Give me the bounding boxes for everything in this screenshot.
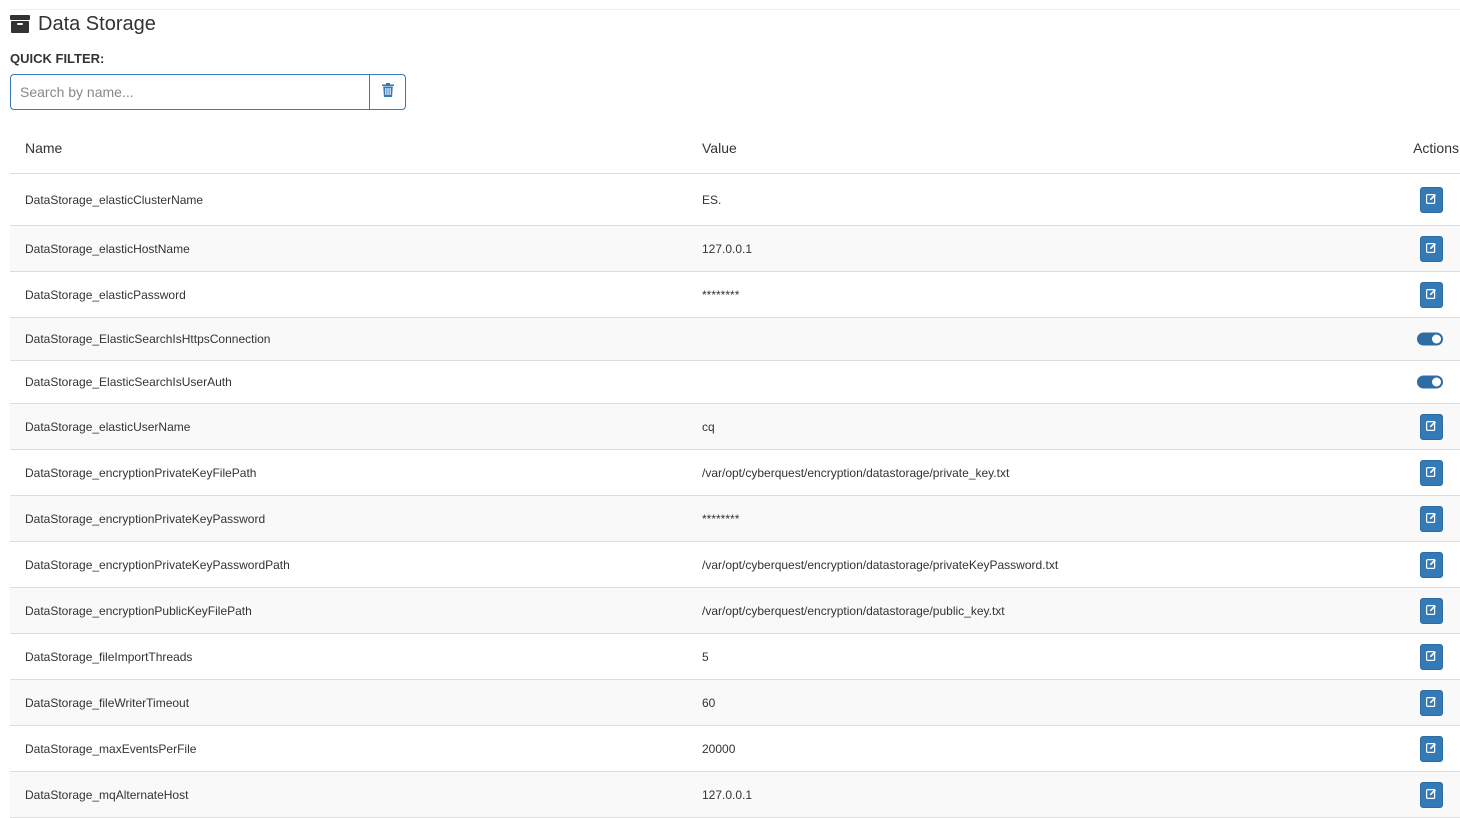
- row-value: /var/opt/cyberquest/encryption/datastora…: [702, 603, 1005, 618]
- edit-icon: [1426, 604, 1437, 618]
- row-actions: [1420, 643, 1443, 670]
- row-actions: [1420, 281, 1443, 308]
- table-row: DataStorage_encryptionPrivateKeyPassword…: [10, 542, 1460, 588]
- quick-filter-label: QUICK FILTER:: [10, 51, 105, 66]
- table-row: DataStorage_encryptionPublicKeyFilePath /…: [10, 588, 1460, 634]
- row-value: cq: [702, 419, 715, 434]
- archive-icon: [10, 15, 30, 33]
- edit-button[interactable]: [1420, 689, 1443, 716]
- edit-button[interactable]: [1420, 459, 1443, 486]
- table-row: DataStorage_elasticHostName 127.0.0.1: [10, 226, 1460, 272]
- edit-icon: [1426, 742, 1437, 756]
- column-header-name[interactable]: Name: [25, 140, 62, 156]
- edit-button[interactable]: [1420, 186, 1443, 213]
- row-name: DataStorage_mqAlternateHost: [25, 787, 189, 802]
- row-actions: [1420, 235, 1443, 262]
- row-value: 20000: [702, 741, 736, 756]
- row-name: DataStorage_encryptionPrivateKeyPassword…: [25, 557, 290, 572]
- row-actions: [1420, 186, 1443, 213]
- table-row: DataStorage_elasticPassword ********: [10, 272, 1460, 318]
- row-value: ES.: [702, 192, 722, 207]
- edit-icon: [1426, 420, 1437, 434]
- row-name: DataStorage_fileWriterTimeout: [25, 695, 190, 710]
- table-row: DataStorage_encryptionPrivateKeyPassword…: [10, 496, 1460, 542]
- page-title: Data Storage: [38, 12, 156, 35]
- row-name: DataStorage_encryptionPublicKeyFilePath: [25, 603, 252, 618]
- row-name: DataStorage_ElasticSearchIsUserAuth: [25, 375, 232, 389]
- row-name: DataStorage_encryptionPrivateKeyFilePath: [25, 465, 257, 480]
- table-header: Name Value Actions: [10, 126, 1460, 174]
- trash-icon: [381, 82, 394, 102]
- table-body: DataStorage_elasticClusterName ES. DataSto…: [10, 174, 1460, 818]
- row-actions: [1417, 332, 1443, 346]
- row-name: DataStorage_maxEventsPerFile: [25, 741, 197, 756]
- quick-filter-group: [10, 74, 406, 110]
- row-value: 60: [702, 695, 716, 710]
- edit-icon: [1426, 558, 1437, 572]
- table-row: DataStorage_encryptionPrivateKeyFilePath…: [10, 450, 1460, 496]
- row-name: DataStorage_fileImportThreads: [25, 649, 193, 664]
- edit-button[interactable]: [1420, 413, 1443, 440]
- table-row: DataStorage_fileWriterTimeout 60: [10, 680, 1460, 726]
- clear-filter-button[interactable]: [370, 74, 406, 110]
- table-row: DataStorage_mqAlternateHost 127.0.0.1: [10, 772, 1460, 818]
- row-value: 127.0.0.1: [702, 241, 753, 256]
- edit-button[interactable]: [1420, 551, 1443, 578]
- edit-button[interactable]: [1420, 781, 1443, 808]
- row-value: /var/opt/cyberquest/encryption/datastora…: [702, 465, 1010, 480]
- row-name: DataStorage_encryptionPrivateKeyPassword: [25, 511, 266, 526]
- edit-icon: [1426, 466, 1437, 480]
- settings-table: Name Value Actions DataStorage_elasticCl…: [10, 126, 1460, 818]
- row-name: DataStorage_elasticUserName: [25, 419, 191, 434]
- row-actions: [1420, 505, 1443, 532]
- row-name: DataStorage_elasticClusterName: [25, 192, 204, 207]
- page-header: Data Storage: [10, 12, 156, 36]
- table-row: DataStorage_elasticUserName cq: [10, 404, 1460, 450]
- table-row: DataStorage_maxEventsPerFile 20000: [10, 726, 1460, 772]
- toggle-switch[interactable]: [1417, 375, 1443, 389]
- edit-button[interactable]: [1420, 735, 1443, 762]
- top-divider: [10, 9, 1460, 10]
- column-header-actions: Actions: [1413, 140, 1459, 156]
- row-actions: [1420, 735, 1443, 762]
- toggle-knob: [1432, 334, 1441, 344]
- edit-button[interactable]: [1420, 643, 1443, 670]
- row-name: DataStorage_elasticPassword: [25, 287, 186, 302]
- search-input[interactable]: [10, 74, 370, 110]
- edit-button[interactable]: [1420, 597, 1443, 624]
- table-row: DataStorage_ElasticSearchIsUserAuth: [10, 361, 1460, 404]
- row-value: 127.0.0.1: [702, 787, 753, 802]
- toggle-knob: [1432, 377, 1441, 387]
- edit-icon: [1426, 696, 1437, 710]
- row-actions: [1420, 413, 1443, 440]
- edit-icon: [1426, 288, 1437, 302]
- row-actions: [1420, 781, 1443, 808]
- edit-icon: [1426, 242, 1437, 256]
- table-row: DataStorage_ElasticSearchIsHttpsConnecti…: [10, 318, 1460, 361]
- row-value: ********: [702, 511, 740, 526]
- edit-icon: [1426, 512, 1437, 526]
- row-value: /var/opt/cyberquest/encryption/datastora…: [702, 557, 1059, 572]
- row-value: ********: [702, 287, 740, 302]
- column-header-value[interactable]: Value: [702, 140, 737, 156]
- edit-icon: [1426, 193, 1437, 207]
- table-row: DataStorage_elasticClusterName ES.: [10, 174, 1460, 226]
- table-row: DataStorage_fileImportThreads 5: [10, 634, 1460, 680]
- row-name: DataStorage_elasticHostName: [25, 241, 190, 256]
- edit-icon: [1426, 650, 1437, 664]
- row-actions: [1417, 375, 1443, 389]
- edit-button[interactable]: [1420, 235, 1443, 262]
- row-value: 5: [702, 649, 709, 664]
- row-actions: [1420, 689, 1443, 716]
- toggle-switch[interactable]: [1417, 332, 1443, 346]
- row-actions: [1420, 459, 1443, 486]
- row-name: DataStorage_ElasticSearchIsHttpsConnecti…: [25, 332, 271, 346]
- edit-button[interactable]: [1420, 281, 1443, 308]
- edit-icon: [1426, 788, 1437, 802]
- row-actions: [1420, 597, 1443, 624]
- row-actions: [1420, 551, 1443, 578]
- edit-button[interactable]: [1420, 505, 1443, 532]
